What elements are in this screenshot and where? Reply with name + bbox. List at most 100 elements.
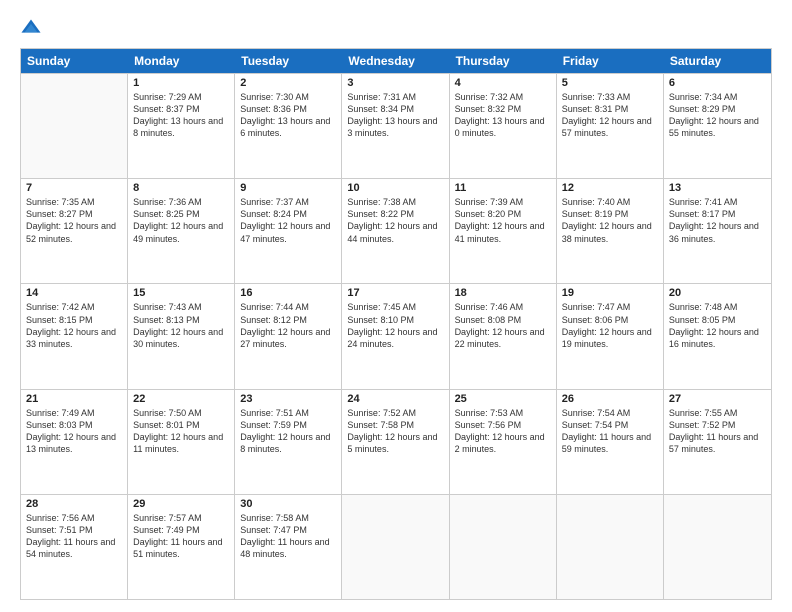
cell-info: Sunrise: 7:32 AM Sunset: 8:32 PM Dayligh… — [455, 91, 551, 140]
day-cell-2: 2 Sunrise: 7:30 AM Sunset: 8:36 PM Daylig… — [235, 74, 342, 178]
cell-info: Sunrise: 7:40 AM Sunset: 8:19 PM Dayligh… — [562, 196, 658, 245]
calendar-row-0: 1 Sunrise: 7:29 AM Sunset: 8:37 PM Daylig… — [21, 73, 771, 178]
cell-info: Sunrise: 7:48 AM Sunset: 8:05 PM Dayligh… — [669, 301, 766, 350]
cell-info: Sunrise: 7:56 AM Sunset: 7:51 PM Dayligh… — [26, 512, 122, 561]
day-cell-5: 5 Sunrise: 7:33 AM Sunset: 8:31 PM Daylig… — [557, 74, 664, 178]
day-number: 20 — [669, 287, 766, 299]
day-cell-15: 15 Sunrise: 7:43 AM Sunset: 8:13 PM Dayli… — [128, 284, 235, 388]
header — [20, 18, 772, 40]
weekday-header-thursday: Thursday — [450, 49, 557, 73]
day-cell-28: 28 Sunrise: 7:56 AM Sunset: 7:51 PM Dayli… — [21, 495, 128, 599]
day-cell-27: 27 Sunrise: 7:55 AM Sunset: 7:52 PM Dayli… — [664, 390, 771, 494]
logo-icon — [20, 18, 42, 40]
weekday-header-monday: Monday — [128, 49, 235, 73]
day-cell-26: 26Sunrise: 7:54 AM Sunset: 7:54 PM Dayli… — [557, 390, 664, 494]
cell-info: Sunrise: 7:51 AM Sunset: 7:59 PM Dayligh… — [240, 407, 336, 456]
day-number: 1 — [133, 77, 229, 89]
cell-info: Sunrise: 7:35 AM Sunset: 8:27 PM Dayligh… — [26, 196, 122, 245]
day-number: 30 — [240, 498, 336, 510]
empty-cell-4-3 — [342, 495, 449, 599]
cell-info: Sunrise: 7:50 AM Sunset: 8:01 PM Dayligh… — [133, 407, 229, 456]
day-cell-24: 24 Sunrise: 7:52 AM Sunset: 7:58 PM Dayli… — [342, 390, 449, 494]
day-number: 16 — [240, 287, 336, 299]
cell-info: Sunrise: 7:33 AM Sunset: 8:31 PM Dayligh… — [562, 91, 658, 140]
day-cell-20: 20 Sunrise: 7:48 AM Sunset: 8:05 PM Dayli… — [664, 284, 771, 388]
calendar-row-4: 28 Sunrise: 7:56 AM Sunset: 7:51 PM Dayli… — [21, 494, 771, 599]
cell-info: Sunrise: 7:44 AM Sunset: 8:12 PM Dayligh… — [240, 301, 336, 350]
calendar-header: SundayMondayTuesdayWednesdayThursdayFrid… — [21, 49, 771, 73]
day-number: 8 — [133, 182, 229, 194]
cell-info: Sunrise: 7:53 AM Sunset: 7:56 PM Dayligh… — [455, 407, 551, 456]
cell-info: Sunrise: 7:37 AM Sunset: 8:24 PM Dayligh… — [240, 196, 336, 245]
day-number: 17 — [347, 287, 443, 299]
calendar-row-1: 7 Sunrise: 7:35 AM Sunset: 8:27 PM Daylig… — [21, 178, 771, 283]
cell-info: Sunrise: 7:43 AM Sunset: 8:13 PM Dayligh… — [133, 301, 229, 350]
calendar-body: 1 Sunrise: 7:29 AM Sunset: 8:37 PM Daylig… — [21, 73, 771, 599]
day-number: 15 — [133, 287, 229, 299]
day-cell-12: 12 Sunrise: 7:40 AM Sunset: 8:19 PM Dayli… — [557, 179, 664, 283]
day-cell-30: 30 Sunrise: 7:58 AM Sunset: 7:47 PM Dayli… — [235, 495, 342, 599]
day-cell-25: 25 Sunrise: 7:53 AM Sunset: 7:56 PM Dayli… — [450, 390, 557, 494]
calendar-row-2: 14Sunrise: 7:42 AM Sunset: 8:15 PM Dayli… — [21, 283, 771, 388]
day-number: 9 — [240, 182, 336, 194]
calendar: SundayMondayTuesdayWednesdayThursdayFrid… — [20, 48, 772, 600]
day-cell-23: 23Sunrise: 7:51 AM Sunset: 7:59 PM Dayli… — [235, 390, 342, 494]
page: SundayMondayTuesdayWednesdayThursdayFrid… — [0, 0, 792, 612]
day-cell-29: 29Sunrise: 7:57 AM Sunset: 7:49 PM Dayli… — [128, 495, 235, 599]
day-cell-9: 9 Sunrise: 7:37 AM Sunset: 8:24 PM Daylig… — [235, 179, 342, 283]
day-cell-19: 19 Sunrise: 7:47 AM Sunset: 8:06 PM Dayli… — [557, 284, 664, 388]
day-cell-6: 6 Sunrise: 7:34 AM Sunset: 8:29 PM Daylig… — [664, 74, 771, 178]
day-cell-11: 11Sunrise: 7:39 AM Sunset: 8:20 PM Dayli… — [450, 179, 557, 283]
day-cell-10: 10 Sunrise: 7:38 AM Sunset: 8:22 PM Dayli… — [342, 179, 449, 283]
cell-info: Sunrise: 7:34 AM Sunset: 8:29 PM Dayligh… — [669, 91, 766, 140]
cell-info: Sunrise: 7:30 AM Sunset: 8:36 PM Dayligh… — [240, 91, 336, 140]
day-number: 29 — [133, 498, 229, 510]
cell-info: Sunrise: 7:45 AM Sunset: 8:10 PM Dayligh… — [347, 301, 443, 350]
day-cell-22: 22 Sunrise: 7:50 AM Sunset: 8:01 PM Dayli… — [128, 390, 235, 494]
day-number: 22 — [133, 393, 229, 405]
day-number: 25 — [455, 393, 551, 405]
weekday-header-wednesday: Wednesday — [342, 49, 449, 73]
cell-info: Sunrise: 7:52 AM Sunset: 7:58 PM Dayligh… — [347, 407, 443, 456]
day-number: 2 — [240, 77, 336, 89]
day-number: 10 — [347, 182, 443, 194]
weekday-header-saturday: Saturday — [664, 49, 771, 73]
empty-cell-4-6 — [664, 495, 771, 599]
day-cell-16: 16 Sunrise: 7:44 AM Sunset: 8:12 PM Dayli… — [235, 284, 342, 388]
day-cell-17: 17 Sunrise: 7:45 AM Sunset: 8:10 PM Dayli… — [342, 284, 449, 388]
day-number: 7 — [26, 182, 122, 194]
cell-info: Sunrise: 7:58 AM Sunset: 7:47 PM Dayligh… — [240, 512, 336, 561]
cell-info: Sunrise: 7:29 AM Sunset: 8:37 PM Dayligh… — [133, 91, 229, 140]
calendar-row-3: 21 Sunrise: 7:49 AM Sunset: 8:03 PM Dayli… — [21, 389, 771, 494]
day-number: 24 — [347, 393, 443, 405]
cell-info: Sunrise: 7:36 AM Sunset: 8:25 PM Dayligh… — [133, 196, 229, 245]
day-number: 12 — [562, 182, 658, 194]
weekday-header-friday: Friday — [557, 49, 664, 73]
day-cell-13: 13Sunrise: 7:41 AM Sunset: 8:17 PM Dayli… — [664, 179, 771, 283]
day-number: 18 — [455, 287, 551, 299]
day-number: 27 — [669, 393, 766, 405]
cell-info: Sunrise: 7:41 AM Sunset: 8:17 PM Dayligh… — [669, 196, 766, 245]
cell-info: Sunrise: 7:47 AM Sunset: 8:06 PM Dayligh… — [562, 301, 658, 350]
cell-info: Sunrise: 7:31 AM Sunset: 8:34 PM Dayligh… — [347, 91, 443, 140]
cell-info: Sunrise: 7:46 AM Sunset: 8:08 PM Dayligh… — [455, 301, 551, 350]
day-cell-1: 1 Sunrise: 7:29 AM Sunset: 8:37 PM Daylig… — [128, 74, 235, 178]
day-number: 6 — [669, 77, 766, 89]
day-cell-3: 3 Sunrise: 7:31 AM Sunset: 8:34 PM Daylig… — [342, 74, 449, 178]
cell-info: Sunrise: 7:49 AM Sunset: 8:03 PM Dayligh… — [26, 407, 122, 456]
day-number: 14 — [26, 287, 122, 299]
weekday-header-tuesday: Tuesday — [235, 49, 342, 73]
day-number: 3 — [347, 77, 443, 89]
cell-info: Sunrise: 7:38 AM Sunset: 8:22 PM Dayligh… — [347, 196, 443, 245]
day-number: 4 — [455, 77, 551, 89]
empty-cell-4-4 — [450, 495, 557, 599]
day-number: 28 — [26, 498, 122, 510]
cell-info: Sunrise: 7:55 AM Sunset: 7:52 PM Dayligh… — [669, 407, 766, 456]
day-number: 26 — [562, 393, 658, 405]
empty-cell-0-0 — [21, 74, 128, 178]
day-number: 21 — [26, 393, 122, 405]
day-number: 19 — [562, 287, 658, 299]
day-cell-7: 7 Sunrise: 7:35 AM Sunset: 8:27 PM Daylig… — [21, 179, 128, 283]
day-cell-14: 14Sunrise: 7:42 AM Sunset: 8:15 PM Dayli… — [21, 284, 128, 388]
day-number: 5 — [562, 77, 658, 89]
